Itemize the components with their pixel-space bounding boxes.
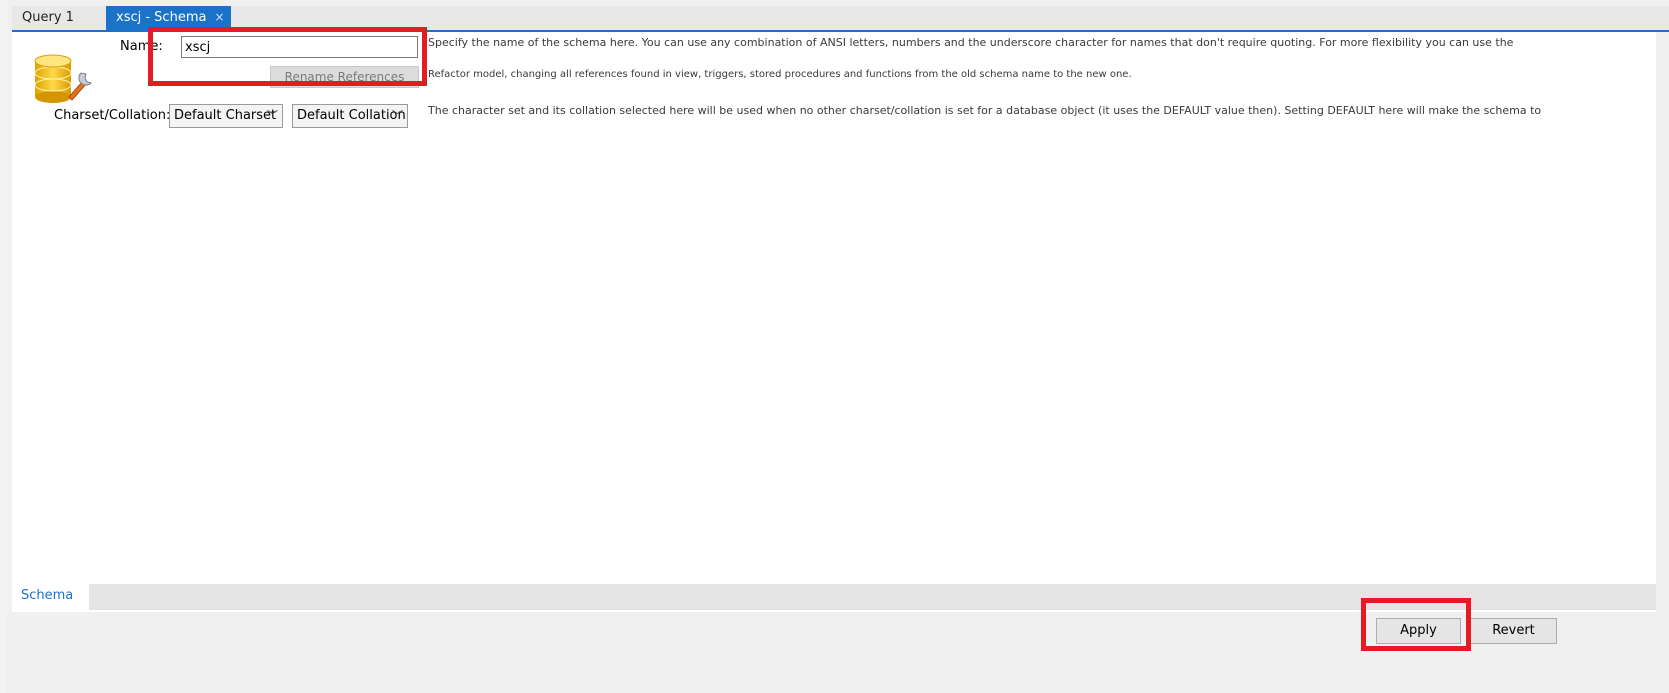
tab-label: Query 1 <box>22 10 74 25</box>
apply-button-highlight <box>1361 598 1471 651</box>
chevron-down-icon: ﹀ <box>267 109 278 122</box>
name-help-text-line1: Specify the name of the schema here. You… <box>428 36 1514 49</box>
collation-select-value: Default Collation <box>297 108 406 123</box>
charset-collation-label: Charset/Collation: <box>54 108 171 123</box>
charset-help-text: The character set and its collation sele… <box>428 104 1542 117</box>
schema-editor-window: Query 1 xscj - Schema× Name: R <box>0 0 1669 693</box>
tab-query-1[interactable]: Query 1 <box>12 6 105 30</box>
name-help-text-line2: Refactor model, changing all references … <box>428 69 1132 80</box>
chevron-down-icon: ﹀ <box>392 109 403 122</box>
charset-select-value: Default Charset <box>174 108 277 123</box>
revert-button[interactable]: Revert <box>1470 618 1557 644</box>
left-edge <box>0 0 8 693</box>
database-wrench-icon <box>34 54 92 103</box>
charset-select[interactable]: Default Charset ﹀ <box>169 104 283 128</box>
name-field-highlight <box>148 27 427 86</box>
close-icon[interactable]: × <box>214 10 224 24</box>
collation-select[interactable]: Default Collation ﹀ <box>292 104 408 128</box>
schema-form-panel: Name: Rename References Charset/Collatio… <box>12 32 1656 622</box>
subtab-schema[interactable]: Schema <box>12 584 89 610</box>
tab-label: xscj - Schema <box>116 10 207 25</box>
